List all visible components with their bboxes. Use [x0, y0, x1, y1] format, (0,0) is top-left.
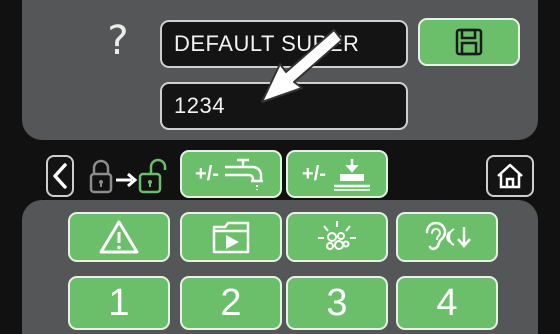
ground-adjust-button[interactable]: +/- [286, 150, 388, 198]
warning-icon [99, 220, 139, 254]
number-label-2: 2 [220, 281, 242, 324]
save-icon [455, 28, 483, 56]
folder-play-button[interactable] [180, 212, 282, 262]
bubbles-light-icon [318, 221, 356, 250]
warning-button[interactable] [68, 212, 170, 262]
home-button[interactable] [486, 155, 534, 197]
number-button-3[interactable]: 3 [286, 276, 388, 330]
faucet-icon [224, 158, 263, 190]
chevron-left-icon [53, 163, 67, 189]
number-button-1[interactable]: 1 [68, 276, 170, 330]
save-button[interactable] [418, 18, 520, 66]
faucet-adjust-label: +/- [195, 162, 219, 185]
number-button-2[interactable]: 2 [180, 276, 282, 330]
back-button[interactable] [46, 155, 74, 197]
hmi-screen: ? DEFAULT SUPER 1234 +/- +/- 1 2 3 4 [0, 0, 560, 334]
number-label-1: 1 [108, 281, 130, 324]
number-label-4: 4 [436, 281, 458, 324]
ground-adjust-label: +/- [302, 162, 326, 185]
help-icon[interactable]: ? [98, 18, 138, 64]
pointer-arrow-icon [261, 29, 343, 103]
audio-down-button[interactable] [396, 212, 498, 262]
bubbles-light-button[interactable] [286, 212, 388, 262]
code-field-value: 1234 [174, 93, 225, 118]
ground-drop-icon [333, 159, 370, 191]
folder-play-icon [212, 221, 250, 254]
ear-volume-down-icon [425, 221, 471, 251]
number-label-3: 3 [326, 281, 348, 324]
lock-to-unlock-icon [88, 158, 168, 196]
number-button-4[interactable]: 4 [396, 276, 498, 330]
faucet-adjust-button[interactable]: +/- [180, 150, 282, 198]
home-icon [497, 163, 523, 189]
